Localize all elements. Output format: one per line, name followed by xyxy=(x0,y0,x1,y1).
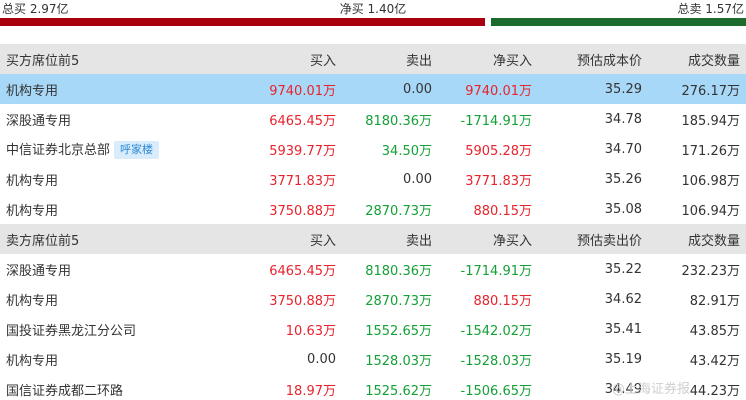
seat-name: 机构专用 xyxy=(6,203,59,219)
buy-amount: 3750.88万 xyxy=(269,203,336,219)
table-row[interactable]: 深股通专用 6465.45万 8180.36万 -1714.91万 34.78 … xyxy=(0,104,746,134)
header-net: 净买入 xyxy=(436,44,536,74)
net-amount: 880.15万 xyxy=(473,203,533,219)
buy-amount: 0.00 xyxy=(307,351,336,367)
seat-name: 国信证券成都二环路 xyxy=(6,383,124,399)
price: 34.78 xyxy=(604,111,642,127)
header-sell: 卖出 xyxy=(340,224,436,254)
table-row[interactable]: 机构专用 9740.01万 0.00 9740.01万 35.29 276.17… xyxy=(0,74,746,104)
sell-amount: 1525.62万 xyxy=(365,383,432,399)
sell-amount: 1552.65万 xyxy=(365,323,432,339)
table-row[interactable]: 中信证券北京总部 呼家楼 5939.77万 34.50万 5905.28万 34.… xyxy=(0,134,746,164)
header-seat: 卖方席位前5 xyxy=(0,224,240,254)
sell-amount: 2870.73万 xyxy=(365,203,432,219)
buy-amount: 5939.77万 xyxy=(269,143,336,159)
header-buy: 买入 xyxy=(240,44,340,74)
table-row[interactable]: 国投证券黑龙江分公司 10.63万 1552.65万 -1542.02万 35.… xyxy=(0,314,746,344)
sell-amount: 34.50万 xyxy=(381,143,432,159)
net-buy-label: 净买 1.40亿 xyxy=(339,2,407,16)
sell-amount: 2870.73万 xyxy=(365,293,432,309)
watermark: @上海证券报 xyxy=(612,382,691,397)
seat-name: 机构专用 xyxy=(6,173,59,189)
seat-name-cell: 中信证券北京总部 呼家楼 xyxy=(0,134,240,164)
net-amount: 3771.83万 xyxy=(465,173,532,189)
table-row[interactable]: 机构专用 3771.83万 0.00 3771.83万 35.26 106.98… xyxy=(0,164,746,194)
sell-amount: 0.00 xyxy=(403,171,432,187)
buy-amount: 6465.45万 xyxy=(269,113,336,129)
header-price: 预估卖出价 xyxy=(536,224,646,254)
buy-amount: 6465.45万 xyxy=(269,263,336,279)
header-volume: 成交数量 xyxy=(646,224,746,254)
table-row[interactable]: 机构专用 3750.88万 2870.73万 880.15万 35.08 106… xyxy=(0,194,746,224)
seat-name: 国投证券黑龙江分公司 xyxy=(6,323,137,339)
price: 35.08 xyxy=(604,201,642,217)
header-net: 净买入 xyxy=(436,224,536,254)
price: 35.41 xyxy=(604,321,642,337)
price: 35.29 xyxy=(536,74,646,104)
volume: 232.23万 xyxy=(681,263,741,279)
sell-amount: 0.00 xyxy=(340,74,436,104)
volume: 106.98万 xyxy=(681,173,741,189)
buy-amount: 18.97万 xyxy=(285,383,336,399)
seat-tag-badge[interactable]: 呼家楼 xyxy=(114,141,160,160)
seat-name: 深股通专用 xyxy=(6,113,72,129)
buy-ratio-fill xyxy=(0,18,485,26)
volume: 185.94万 xyxy=(681,113,741,129)
price: 35.19 xyxy=(604,351,642,367)
header-sell: 卖出 xyxy=(340,44,436,74)
seat-name: 中信证券北京总部 xyxy=(6,142,111,158)
volume: 276.17万 xyxy=(646,74,746,104)
seat-name: 深股通专用 xyxy=(6,263,72,279)
seat-name: 机构专用 xyxy=(0,74,240,104)
seat-name: 机构专用 xyxy=(6,293,59,309)
net-amount: -1542.02万 xyxy=(460,323,532,339)
net-amount: -1714.91万 xyxy=(460,113,532,129)
table-row[interactable]: 机构专用 0.00 1528.03万 -1528.03万 35.19 43.42… xyxy=(0,344,746,374)
seat-table: 买方席位前5 买入 卖出 净买入 预估成本价 成交数量 机构专用 9740.01… xyxy=(0,44,746,400)
buy-amount: 3771.83万 xyxy=(269,173,336,189)
volume: 106.94万 xyxy=(681,203,741,219)
volume: 43.85万 xyxy=(689,323,740,339)
volume: 171.26万 xyxy=(681,143,741,159)
sell-ratio-fill xyxy=(490,18,746,26)
sell-amount: 1528.03万 xyxy=(365,353,432,369)
table-row[interactable]: 机构专用 3750.88万 2870.73万 880.15万 34.62 82.… xyxy=(0,284,746,314)
sell-header-row: 卖方席位前5 买入 卖出 净买入 预估卖出价 成交数量 xyxy=(0,224,746,254)
price: 35.22 xyxy=(604,261,642,277)
price: 34.62 xyxy=(604,291,642,307)
net-amount: 5905.28万 xyxy=(465,143,532,159)
buy-header-row: 买方席位前5 买入 卖出 净买入 预估成本价 成交数量 xyxy=(0,44,746,74)
header-seat: 买方席位前5 xyxy=(0,44,240,74)
net-amount: -1506.65万 xyxy=(460,383,532,399)
header-buy: 买入 xyxy=(240,224,340,254)
sell-amount: 8180.36万 xyxy=(365,263,432,279)
buy-amount: 9740.01万 xyxy=(240,74,340,104)
total-sell-label: 总卖 1.57亿 xyxy=(677,2,744,16)
sell-amount: 8180.36万 xyxy=(365,113,432,129)
net-amount: 9740.01万 xyxy=(436,74,536,104)
header-volume: 成交数量 xyxy=(646,44,746,74)
net-amount: 880.15万 xyxy=(473,293,533,309)
price: 35.26 xyxy=(604,171,642,187)
volume: 82.91万 xyxy=(689,293,740,309)
summary-bar: 总买 2.97亿 净买 1.40亿 总卖 1.57亿 xyxy=(0,0,746,16)
seat-name: 机构专用 xyxy=(6,353,59,369)
buy-amount: 10.63万 xyxy=(285,323,336,339)
buy-sell-ratio-bar xyxy=(0,18,746,26)
buy-amount: 3750.88万 xyxy=(269,293,336,309)
price: 34.70 xyxy=(604,141,642,157)
net-amount: -1528.03万 xyxy=(460,353,532,369)
net-amount: -1714.91万 xyxy=(460,263,532,279)
volume: 43.42万 xyxy=(689,353,740,369)
table-row[interactable]: 深股通专用 6465.45万 8180.36万 -1714.91万 35.22 … xyxy=(0,254,746,284)
header-price: 预估成本价 xyxy=(536,44,646,74)
